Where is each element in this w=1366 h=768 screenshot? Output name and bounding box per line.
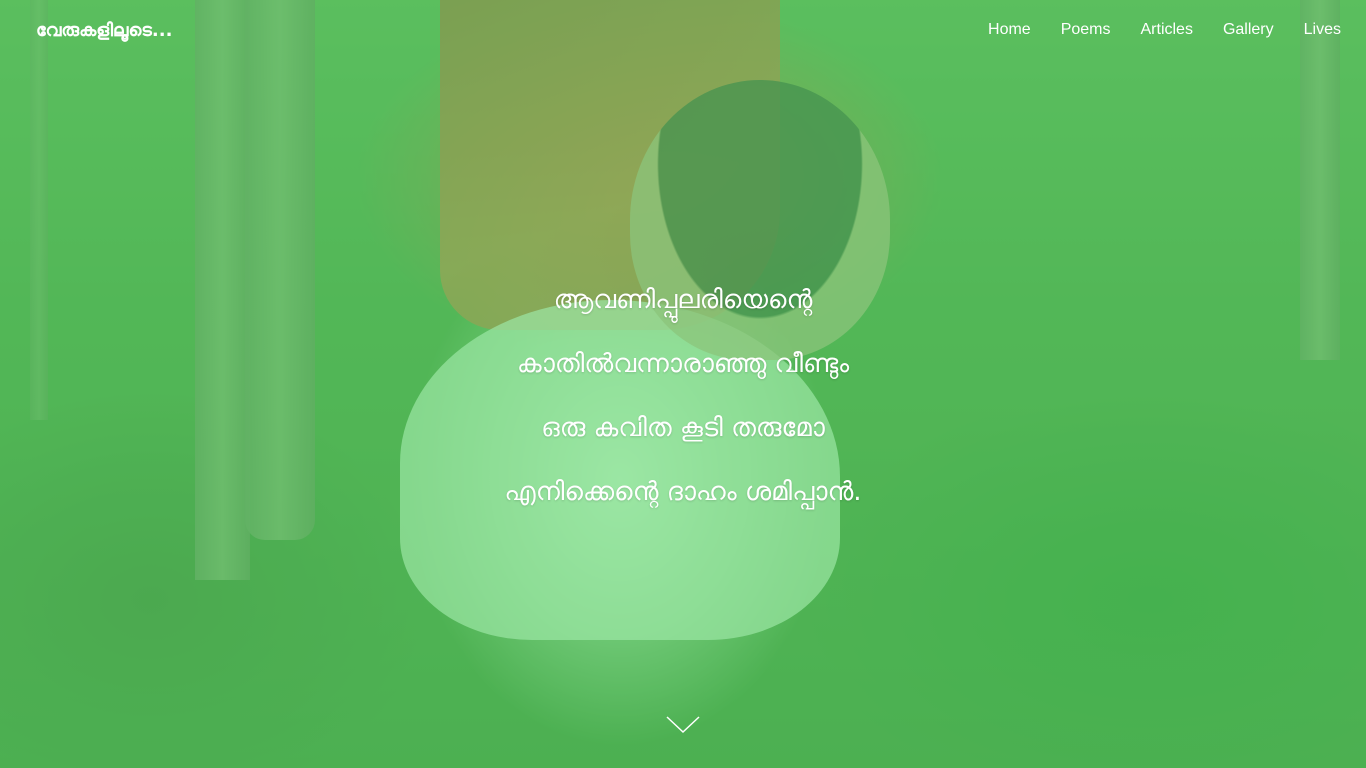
nav-item-articles: Articles — [1126, 20, 1208, 40]
main-nav: Home Poems Articles Gallery Lives — [973, 20, 1356, 40]
nav-item-poems: Poems — [1046, 20, 1126, 40]
nav-item-gallery: Gallery — [1208, 20, 1289, 40]
nav-item-lives: Lives — [1289, 20, 1356, 40]
nav-link-articles[interactable]: Articles — [1126, 20, 1208, 40]
nav-link-lives[interactable]: Lives — [1289, 20, 1356, 40]
nav-item-home: Home — [973, 20, 1046, 40]
poem-line: എനിക്കെന്റെ ദാഹം ശമിപ്പാൻ. — [504, 477, 862, 507]
poem-line: കാതിൽവന്നാരാഞ്ഞു വീണ്ടും — [516, 349, 850, 379]
nav-link-home[interactable]: Home — [973, 20, 1046, 40]
hero-section: വേരുകളിലൂടെ... Home Poems Articles Galle… — [0, 0, 1366, 768]
scroll-down-button[interactable] — [665, 712, 701, 736]
hero-poem: ആവണിപ്പുലരിയെന്റെ കാതിൽവന്നാരാഞ്ഞു വീണ്ട… — [0, 268, 1366, 524]
poem-line: ഒരു കവിത കൂടി തരുമോ — [541, 413, 825, 443]
nav-link-gallery[interactable]: Gallery — [1208, 20, 1289, 40]
poem-line: ആവണിപ്പുലരിയെന്റെ — [553, 285, 813, 315]
chevron-down-icon — [666, 716, 700, 734]
site-brand-link[interactable]: വേരുകളിലൂടെ... — [36, 20, 172, 41]
navbar: വേരുകളിലൂടെ... Home Poems Articles Galle… — [0, 0, 1366, 60]
nav-link-poems[interactable]: Poems — [1046, 20, 1126, 40]
